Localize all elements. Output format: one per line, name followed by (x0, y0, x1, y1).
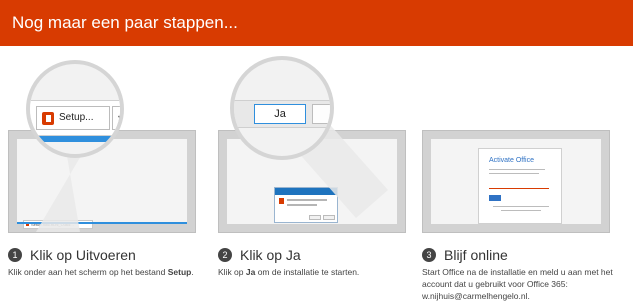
monitor-screen: Activate Office (422, 130, 610, 233)
magnifier-circle: Setup... ▾ (26, 60, 124, 158)
dialog-text-line (501, 210, 541, 211)
next-button[interactable] (489, 195, 501, 201)
step-description: Klik op Ja om de installatie te starten. (218, 266, 418, 278)
step-title-row: 1 Klik op Uitvoeren (8, 247, 136, 263)
desc-text: Klik onder aan het scherm op het bestand (8, 267, 168, 277)
dialog-text-line (489, 169, 545, 170)
step-title: Klik op Ja (240, 247, 301, 263)
magnifier-circle: Ja (230, 56, 334, 160)
desc-text-end: . (191, 267, 194, 277)
dialog-text-line (493, 206, 549, 207)
desc-bold: Ja (245, 267, 256, 277)
dialog-text-line (489, 173, 539, 174)
step-number-badge: 3 (422, 248, 436, 262)
step-title: Klik op Uitvoeren (30, 247, 136, 263)
desc-text: Klik op (218, 267, 246, 277)
progress-bar (30, 136, 120, 142)
step-description: Klik onder aan het scherm op het bestand… (8, 266, 208, 278)
office-logo-icon (42, 112, 54, 125)
step-title-row: 2 Klik op Ja (218, 247, 301, 263)
dialog-title: Activate Office (489, 157, 535, 164)
setup-button[interactable]: Setup... (36, 106, 110, 130)
setup-button-label: Setup... (59, 112, 94, 123)
step-3: Activate Office 3 Blijf online Start Off… (422, 0, 622, 307)
screen-desktop: Activate Office (431, 139, 601, 224)
desc-text-end: om de installatie te starten. (255, 267, 360, 277)
step-number-badge: 1 (8, 248, 22, 262)
step-description: Start Office na de installatie en meld u… (422, 267, 613, 301)
activate-office-dialog: Activate Office (478, 148, 562, 224)
yes-button[interactable]: Ja (254, 104, 306, 124)
step-1: Setup... ▾ Setup.X86.nl-nl_O365... 1 Kli… (8, 0, 208, 307)
step-title: Blijf online (444, 247, 508, 263)
step-title-row: 3 Blijf online (422, 247, 508, 263)
step-number-badge: 2 (218, 248, 232, 262)
desc-bold: Setup (167, 267, 192, 277)
email-field[interactable] (489, 182, 549, 189)
no-button[interactable] (312, 104, 330, 124)
step-2: Ja 2 Klik op Ja Klik op Ja om de install… (218, 0, 418, 307)
